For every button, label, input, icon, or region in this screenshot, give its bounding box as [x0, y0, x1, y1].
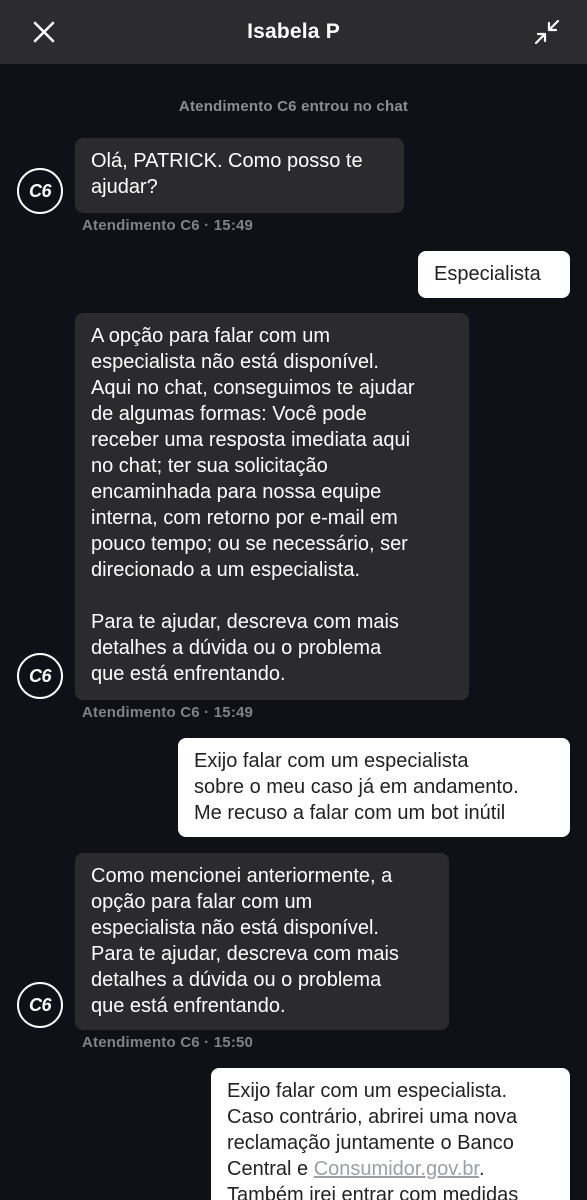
agent-message: Olá, PATRICK. Como posso te ajudar? [75, 138, 404, 213]
close-icon [33, 21, 55, 43]
user-message: Exijo falar com um especialista sobre o … [178, 738, 570, 837]
consumidor-link[interactable]: Consumidor.gov.br [314, 1158, 479, 1180]
avatar-label: C6 [28, 665, 52, 686]
chat-area[interactable]: Atendimento C6 entrou no chat Olá, PATRI… [0, 64, 587, 1200]
minimize-icon [534, 19, 560, 45]
message-meta: Atendimento C6 · 15:50 [82, 1034, 254, 1051]
agent-avatar: C6 [17, 653, 63, 699]
agent-message: Como mencionei anteriormente, a opção pa… [75, 853, 449, 1030]
chat-header: Isabela P [0, 0, 587, 64]
message-meta: Atendimento C6 · 15:49 [82, 217, 254, 234]
agent-avatar: C6 [17, 168, 63, 214]
user-message: Exijo falar com um especialista. Caso co… [211, 1068, 570, 1200]
minimize-button[interactable] [529, 14, 565, 50]
message-meta: Atendimento C6 · 15:49 [82, 704, 254, 721]
user-message: Especialista [418, 251, 570, 298]
avatar-label: C6 [28, 180, 52, 201]
close-button[interactable] [26, 14, 62, 50]
avatar-label: C6 [28, 994, 52, 1015]
system-message: Atendimento C6 entrou no chat [178, 98, 409, 115]
agent-message: A opção para falar com um especialista n… [75, 313, 469, 700]
agent-avatar: C6 [17, 982, 63, 1028]
chat-title: Isabela P [247, 20, 340, 43]
